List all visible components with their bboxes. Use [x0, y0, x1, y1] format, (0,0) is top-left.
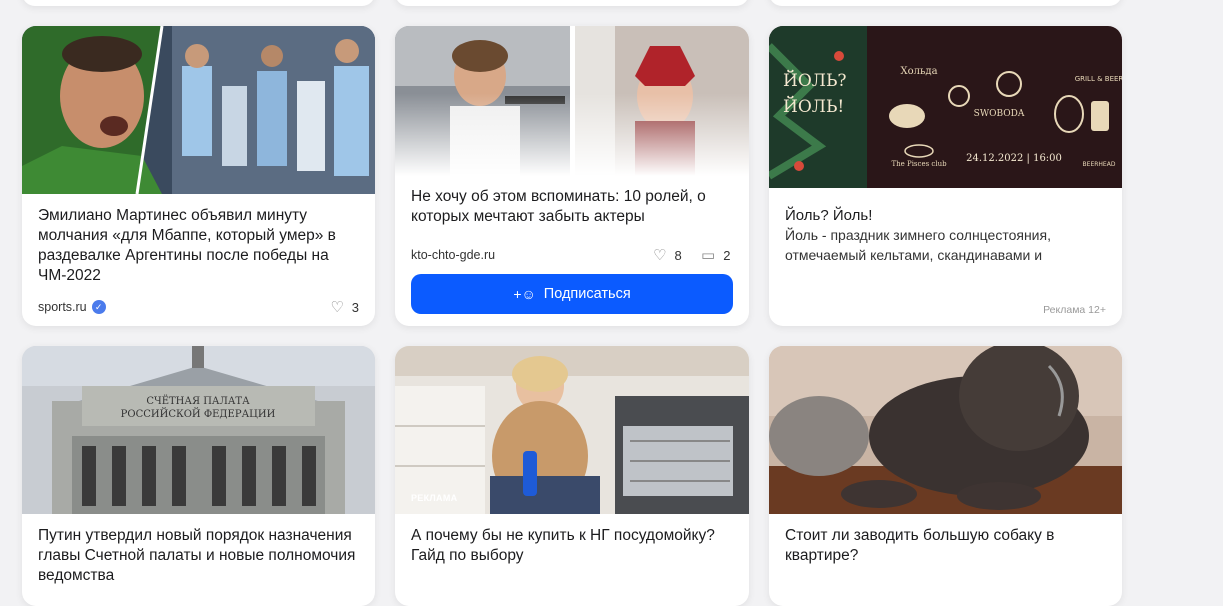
heart-icon: ♡ — [653, 247, 667, 264]
card-title[interactable]: Эмилиано Мартинес объявил минуту молчани… — [38, 206, 359, 286]
subscribe-button[interactable]: +☺ Подписаться — [411, 274, 733, 314]
news-card[interactable]: СЧЁТНАЯ ПАЛАТА РОССИЙСКОЙ ФЕДЕРАЦИИ Пути… — [22, 346, 375, 606]
comments-count: 2 — [723, 248, 731, 263]
card-stub[interactable] — [395, 0, 749, 6]
ad-banner: ЙОЛЬ? ЙОЛЬ! SWOBODA GRILL & BEER Хольда … — [769, 26, 1122, 188]
svg-text:РОССИЙСКОЙ ФЕДЕРАЦИИ: РОССИЙСКОЙ ФЕДЕРАЦИИ — [121, 408, 276, 420]
likes-count: 3 — [351, 300, 359, 315]
likes-counter[interactable]: ♡ 8 — [653, 248, 682, 263]
card-image — [22, 26, 375, 194]
news-card[interactable]: Стоит ли заводить большую собаку в кварт… — [769, 346, 1122, 606]
card-stub[interactable] — [769, 0, 1122, 6]
svg-text:ЙОЛЬ!: ЙОЛЬ! — [783, 96, 844, 117]
verified-icon: ✓ — [91, 300, 106, 314]
ad-text[interactable]: Йоль - праздник зимнего солнцестояния, о… — [785, 225, 1106, 265]
card-stub[interactable] — [22, 0, 375, 6]
news-card[interactable]: РЕКЛАМА А почему бы не купить к НГ посуд… — [395, 346, 749, 606]
likes-count: 8 — [674, 248, 682, 263]
svg-text:24.12.2022 | 16:00: 24.12.2022 | 16:00 — [966, 153, 1062, 164]
banner-heading: ЙОЛЬ? — [783, 70, 847, 91]
card-title[interactable]: А почему бы не купить к НГ посудомойку? … — [411, 526, 733, 566]
card-image — [769, 346, 1122, 514]
svg-text:The Pisces club: The Pisces club — [891, 160, 947, 168]
card-image: СЧЁТНАЯ ПАЛАТА РОССИЙСКОЙ ФЕДЕРАЦИИ — [22, 346, 375, 514]
card-title[interactable]: Путин утвердил новый порядок назначения … — [38, 526, 359, 586]
card-title[interactable]: Не хочу об этом вспоминать: 10 ролей, о … — [411, 187, 733, 227]
comment-icon: ▭ — [701, 247, 716, 264]
card-title[interactable]: Стоит ли заводить большую собаку в кварт… — [785, 526, 1106, 566]
source-label: kto-chto-gde.ru — [411, 248, 496, 262]
add-user-icon: +☺ — [513, 286, 536, 302]
ad-title[interactable]: Йоль? Йоль! — [785, 206, 1106, 226]
heart-icon: ♡ — [330, 299, 344, 316]
svg-text:Хольда: Хольда — [900, 66, 937, 77]
ad-badge: РЕКЛАМА — [411, 493, 458, 503]
subscribe-label: Подписаться — [543, 286, 631, 302]
svg-text:SWOBODA: SWOBODA — [974, 109, 1025, 119]
svg-text:GRILL & BEER: GRILL & BEER — [1075, 75, 1122, 83]
svg-text:BEERHEAD: BEERHEAD — [1083, 161, 1116, 168]
building-sign: СЧЁТНАЯ ПАЛАТА — [146, 395, 250, 407]
card-image — [395, 346, 749, 514]
news-card[interactable]: Не хочу об этом вспоминать: 10 ролей, о … — [395, 26, 749, 326]
source-name[interactable]: kto-chto-gde.ru — [411, 248, 495, 262]
card-image — [395, 26, 749, 176]
source-label: sports.ru — [38, 300, 87, 314]
ad-label: Реклама 12+ — [1043, 304, 1106, 316]
likes-counter[interactable]: ♡ 3 — [330, 300, 359, 315]
comments-counter[interactable]: ▭ 2 — [701, 248, 730, 263]
news-card[interactable]: Эмилиано Мартинес объявил минуту молчани… — [22, 26, 375, 326]
ad-card[interactable]: ✕ ЙОЛЬ? ЙОЛЬ! SWOBODA GRILL & BEER Хольд… — [769, 26, 1122, 326]
source-name[interactable]: sports.ru ✓ — [38, 300, 106, 314]
